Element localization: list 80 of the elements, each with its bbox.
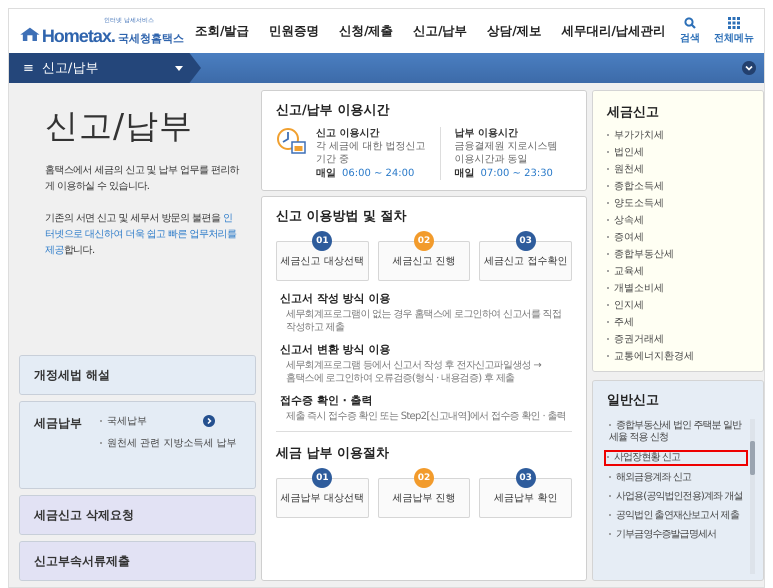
- hours-label: 납부 이용시간: [454, 127, 520, 140]
- search-button[interactable]: 검색: [680, 17, 700, 45]
- section-title: 세금 납부 이용절차: [276, 445, 390, 462]
- scrollbar[interactable]: [750, 419, 755, 574]
- method-description: 홈택스에 로그인하여 오류검증(형식 · 내용검증) 후 제출: [285, 372, 514, 385]
- card-title: 신고부속서류제출: [34, 552, 130, 570]
- link-card[interactable]: 세금신고 삭제요청: [19, 495, 256, 535]
- menu-link[interactable]: 증권거래세: [607, 331, 755, 348]
- method-description: 작성하고 제출: [285, 321, 344, 334]
- link-card[interactable]: 세금납부 국세납부 원천세 관련 지방소득세 납부: [19, 401, 256, 489]
- logo-wordmark[interactable]: Hometax.: [42, 26, 115, 46]
- menu-link[interactable]: 교통에너지환경세: [607, 348, 755, 365]
- step-number: 02: [414, 468, 434, 488]
- method-title: 신고서 작성 방식 이용: [280, 291, 392, 306]
- menu-item[interactable]: 상담/제보: [487, 22, 542, 40]
- menu-link[interactable]: 공익법인 출연재산보고서 제출: [607, 509, 748, 523]
- menu-link[interactable]: 개별소비세: [607, 280, 755, 297]
- card-title: 세금납부: [34, 415, 82, 432]
- method-title: 신고서 변환 방식 이용: [280, 342, 392, 357]
- menu-link[interactable]: 종합부동산세 법인 주택분 일반세율 적용 신청: [607, 419, 748, 445]
- logo-name[interactable]: 국세청홈택스: [118, 30, 184, 46]
- caret-icon: [175, 66, 183, 70]
- hours-description: 이용시간과 동일: [454, 153, 529, 166]
- section-title: 신고/납부 이용시간: [276, 102, 390, 119]
- panel-title: 일반신고: [607, 392, 660, 409]
- step-number: 02: [414, 231, 434, 251]
- location-dropdown[interactable]: ≡ 신고/납부: [9, 53, 201, 83]
- expand-icon[interactable]: [742, 61, 756, 75]
- link-card[interactable]: 개정세법 해설: [19, 355, 256, 395]
- menu-link[interactable]: 증여세: [607, 229, 755, 246]
- hours-description: 금융결제원 지로시스템: [454, 140, 558, 153]
- link-card[interactable]: 신고부속서류제출: [19, 541, 256, 581]
- scroll-thumb[interactable]: [750, 441, 755, 475]
- menu-link[interactable]: 양도소득세: [607, 195, 755, 212]
- menu-link[interactable]: 사업장현황 신고: [604, 450, 748, 466]
- link[interactable]: 원천세 관련 지방소득세 납부: [100, 436, 237, 450]
- step-number: 03: [516, 231, 536, 251]
- step-number: 01: [312, 468, 332, 488]
- menu-link[interactable]: 원천세: [607, 161, 755, 178]
- section-title: 신고 이용방법 및 절차: [276, 208, 408, 225]
- menu-item[interactable]: 조회/발급: [195, 22, 250, 40]
- method-description: 제출 즉시 접수증 확인 또는 Step2[신고내역]에서 접수증 확인 · 출력: [285, 410, 566, 423]
- menu-link[interactable]: 해외금융계좌 신고: [607, 471, 748, 485]
- menu-link[interactable]: 상속세: [607, 212, 755, 229]
- card-title: 세금신고 삭제요청: [34, 506, 134, 524]
- search-icon: [684, 17, 696, 29]
- hours-description: 각 세금에 대한 법정신고: [316, 140, 426, 153]
- hours-description: 기간 중: [316, 153, 350, 166]
- step-number: 01: [312, 231, 332, 251]
- card-title: 개정세법 해설: [34, 366, 110, 384]
- grid-icon: [728, 17, 740, 29]
- menu-item[interactable]: 신고/납부: [413, 22, 468, 40]
- link[interactable]: 국세납부: [100, 414, 147, 428]
- time-range: 07:00 ~ 23:30: [480, 167, 553, 180]
- menu-item[interactable]: 세무대리/납세관리: [561, 22, 666, 40]
- all-menu-button[interactable]: 전체메뉴: [714, 17, 754, 45]
- clock-calendar-icon: [276, 127, 306, 155]
- menu-link[interactable]: 기부금영수증발급명세서: [607, 528, 748, 542]
- menu-link[interactable]: 법인세: [607, 144, 755, 161]
- menu-link[interactable]: 종합소득세: [607, 178, 755, 195]
- menu-link[interactable]: 종합부동산세: [607, 246, 755, 263]
- method-title: 접수증 확인 · 출력: [280, 393, 374, 408]
- day-label: 매일: [454, 167, 475, 180]
- menu-link[interactable]: 사업용(공익법인전용)계좌 개설: [607, 490, 748, 504]
- menu-link[interactable]: 교육세: [607, 263, 755, 280]
- menu-link[interactable]: 부가가치세: [607, 127, 755, 144]
- day-label: 매일: [316, 167, 336, 180]
- method-description: 세무회계프로그램 등에서 신고서 작성 후 전자신고파일생성 →: [285, 359, 542, 372]
- menu-link[interactable]: 주세: [607, 314, 755, 331]
- panel-title: 세금신고: [607, 104, 660, 121]
- time-range: 06:00 ~ 24:00: [342, 167, 414, 180]
- method-description: 세무회계프로그램이 없는 경우 홈택스에 로그인하여 신고서를 직접: [285, 308, 562, 321]
- intro-text: 홈택스에서 세금의 신고 및 납부 업무를 편리하게 이용하실 수 있습니다.: [45, 164, 240, 194]
- menu-item[interactable]: 신청/제출: [339, 22, 394, 40]
- page-title: 신고/납부: [45, 105, 194, 147]
- intro-text: 기존의 서면 신고 및 세무서 방문의 불편을 인터넷으로 대신하여 더욱 쉽고 빠른 업무처리를 제공합니다.: [45, 212, 238, 258]
- step-number: 03: [516, 468, 536, 488]
- hours-label: 신고 이용시간: [316, 127, 380, 140]
- menu-item[interactable]: 민원증명: [269, 22, 320, 40]
- menu-link[interactable]: 인지세: [607, 297, 755, 314]
